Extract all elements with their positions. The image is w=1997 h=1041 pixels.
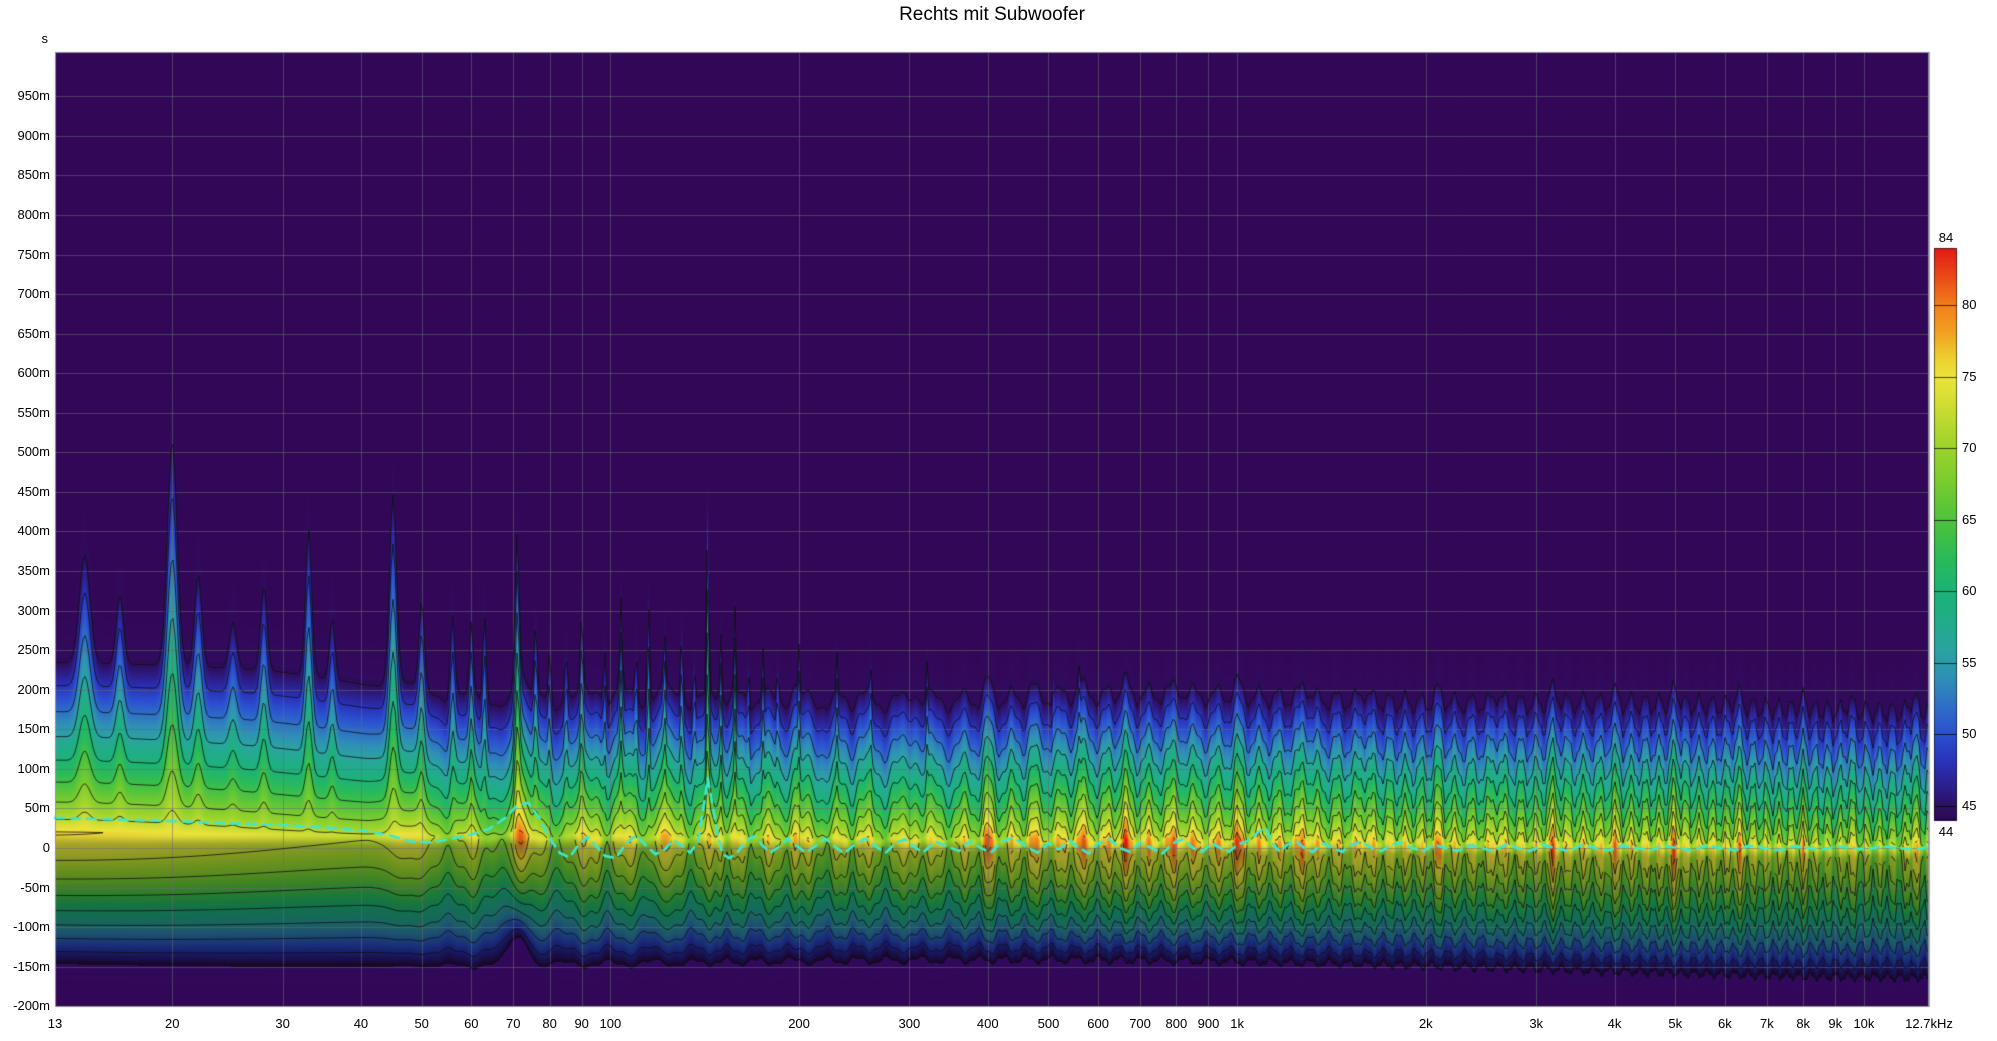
- y-tick-label: 900m: [2, 128, 50, 143]
- y-tick-label: 550m: [2, 405, 50, 420]
- colorbar-tick-label: 70: [1962, 440, 1976, 455]
- y-tick-label: 500m: [2, 444, 50, 459]
- x-tick-label: 3k: [1494, 1016, 1578, 1031]
- x-tick-label: 300: [867, 1016, 951, 1031]
- x-tick-label: 1k: [1195, 1016, 1279, 1031]
- y-tick-label: 850m: [2, 167, 50, 182]
- y-tick-label: 250m: [2, 642, 50, 657]
- y-tick-label: -100m: [2, 919, 50, 934]
- y-tick-label: 300m: [2, 603, 50, 618]
- x-tick-label: 20: [130, 1016, 214, 1031]
- x-tick-label: 12.7kHz: [1887, 1016, 1971, 1031]
- y-tick-label: 600m: [2, 365, 50, 380]
- y-tick-label: 700m: [2, 286, 50, 301]
- y-tick-label: -200m: [2, 998, 50, 1013]
- y-tick-label: -150m: [2, 959, 50, 974]
- x-tick-label: 30: [241, 1016, 325, 1031]
- y-tick-label: 350m: [2, 563, 50, 578]
- colorbar-tick-label: 75: [1962, 369, 1976, 384]
- y-tick-label: 150m: [2, 721, 50, 736]
- y-tick-label: 650m: [2, 326, 50, 341]
- spectrogram-canvas: [0, 0, 1997, 1041]
- chart-title: Rechts mit Subwoofer: [0, 4, 1984, 26]
- y-tick-label: 0: [2, 840, 50, 855]
- y-tick-label: 200m: [2, 682, 50, 697]
- y-tick-label: 50m: [2, 800, 50, 815]
- y-tick-label: 400m: [2, 523, 50, 538]
- colorbar-min-label: 44: [1928, 824, 1964, 839]
- colorbar-tick-label: 80: [1962, 297, 1976, 312]
- colorbar-tick-label: 45: [1962, 798, 1976, 813]
- colorbar-tick-label: 55: [1962, 655, 1976, 670]
- x-tick-label: 13: [13, 1016, 97, 1031]
- y-tick-label: 750m: [2, 247, 50, 262]
- colorbar-tick-label: 50: [1962, 726, 1976, 741]
- y-tick-label: 950m: [2, 88, 50, 103]
- wavelet-spectrogram-chart: Rechts mit Subwoofer s 950m 900m 850m 800m 7…: [0, 0, 1997, 1041]
- x-tick-label: 200: [757, 1016, 841, 1031]
- y-tick-label: -50m: [2, 880, 50, 895]
- colorbar-tick-label: 65: [1962, 512, 1976, 527]
- y-tick-label: 800m: [2, 207, 50, 222]
- y-tick-label: 450m: [2, 484, 50, 499]
- colorbar-tick-label: 60: [1962, 583, 1976, 598]
- y-axis-unit-label: s: [2, 31, 48, 46]
- x-tick-label: 2k: [1384, 1016, 1468, 1031]
- x-tick-label: 100: [568, 1016, 652, 1031]
- colorbar-max-label: 84: [1928, 230, 1964, 245]
- y-tick-label: 100m: [2, 761, 50, 776]
